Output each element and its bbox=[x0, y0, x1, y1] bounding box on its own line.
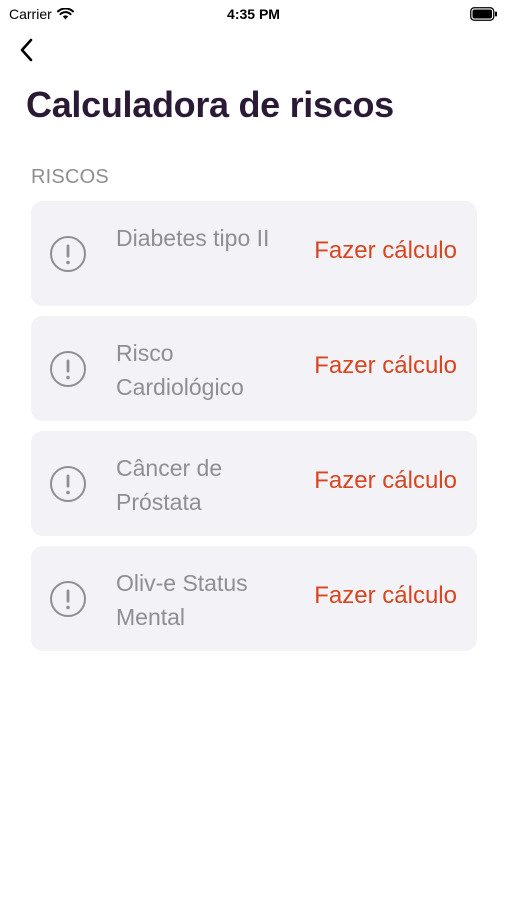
status-bar: Carrier 4:35 PM bbox=[0, 0, 507, 30]
calculate-button[interactable]: Fazer cálculo bbox=[314, 582, 457, 610]
status-time: 4:35 PM bbox=[227, 6, 280, 22]
risk-label: Risco Cardiológico bbox=[116, 340, 244, 400]
exclamation-circle-icon bbox=[49, 580, 87, 618]
risk-card-status-mental[interactable]: Oliv-e Status Mental Fazer cálculo bbox=[31, 546, 477, 651]
calculate-button[interactable]: Fazer cálculo bbox=[314, 237, 457, 265]
battery-icon bbox=[470, 7, 498, 21]
calculate-button[interactable]: Fazer cálculo bbox=[314, 352, 457, 380]
risk-card-prostata[interactable]: Câncer de Próstata Fazer cálculo bbox=[31, 431, 477, 536]
exclamation-circle-icon bbox=[49, 465, 87, 503]
back-button[interactable] bbox=[10, 36, 42, 68]
risk-card-cardiologico[interactable]: Risco Cardiológico Fazer cálculo bbox=[31, 316, 477, 421]
risk-label: Câncer de Próstata bbox=[116, 455, 223, 515]
risk-list: Diabetes tipo II Fazer cálculo Risco Car… bbox=[31, 201, 477, 661]
page-title: Calculadora de riscos bbox=[26, 84, 394, 125]
risk-card-diabetes[interactable]: Diabetes tipo II Fazer cálculo bbox=[31, 201, 477, 306]
risk-label: Oliv-e Status Mental bbox=[116, 570, 248, 630]
calculate-button[interactable]: Fazer cálculo bbox=[314, 467, 457, 495]
exclamation-circle-icon bbox=[49, 350, 87, 388]
exclamation-circle-icon bbox=[49, 235, 87, 273]
section-header: RISCOS bbox=[31, 166, 109, 188]
risk-label: Diabetes tipo II bbox=[116, 225, 270, 251]
chevron-left-icon bbox=[18, 37, 34, 68]
